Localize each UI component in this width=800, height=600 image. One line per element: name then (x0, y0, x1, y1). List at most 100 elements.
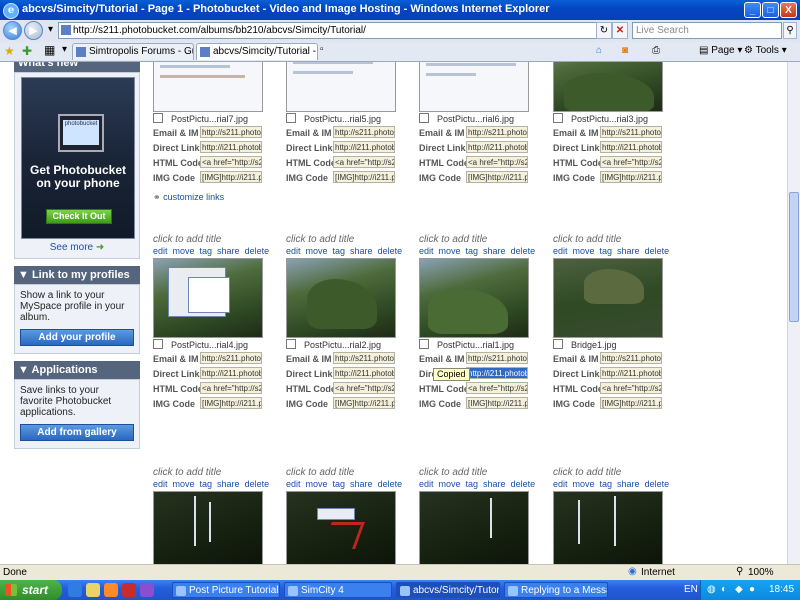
direct-link-field[interactable]: http://i211.photobu (466, 367, 528, 379)
add-from-gallery-button[interactable]: Add from gallery (20, 424, 134, 441)
share-link[interactable]: share (483, 246, 506, 256)
tab-simtropolis[interactable]: Simtropolis Forums - Guidelin... (72, 43, 194, 60)
add-title-link[interactable]: click to add title (286, 467, 398, 479)
edit-link[interactable]: edit (153, 246, 168, 256)
email-link-field[interactable]: http://s211.photobu (333, 352, 395, 364)
photo-thumbnail[interactable] (153, 258, 263, 338)
delete-link[interactable]: delete (511, 246, 536, 256)
email-link-field[interactable]: http://s211.photobu (466, 126, 528, 138)
check-it-out-button[interactable]: Check It Out (46, 209, 112, 224)
url-field[interactable]: http://s211.photobucket.com/albums/bb210… (58, 22, 608, 39)
email-link-field[interactable]: http://s211.photobu (600, 352, 662, 364)
tag-link[interactable]: tag (200, 246, 213, 256)
add-title-link[interactable]: click to add title (419, 234, 531, 246)
html-code-field[interactable]: <a href="http://s211 (466, 156, 528, 168)
tag-link[interactable]: tag (600, 479, 613, 489)
add-title-link[interactable]: click to add title (153, 467, 265, 479)
page-menu[interactable]: ▤ Page ▾ (699, 45, 742, 56)
move-link[interactable]: move (306, 479, 328, 489)
add-title-link[interactable]: click to add title (553, 234, 665, 246)
direct-link-field[interactable]: http://i211.photobu (200, 367, 262, 379)
messenger-quicklaunch-icon[interactable] (140, 583, 154, 597)
move-link[interactable]: move (306, 246, 328, 256)
update-icon[interactable]: ● (749, 580, 755, 600)
vertical-scrollbar[interactable] (787, 62, 800, 564)
email-link-field[interactable]: http://s211.photobu (200, 352, 262, 364)
photo-thumbnail[interactable] (286, 258, 396, 338)
tab-list-icon[interactable]: ▾ (62, 44, 67, 55)
tag-link[interactable]: tag (333, 479, 346, 489)
tag-link[interactable]: tag (200, 479, 213, 489)
folder-quicklaunch-icon[interactable] (86, 583, 100, 597)
html-code-field[interactable]: <a href="http://s211 (333, 156, 395, 168)
direct-link-field[interactable]: http://i211.photobu (600, 141, 662, 153)
see-more-link[interactable]: See more ➜ (21, 242, 133, 253)
edit-link[interactable]: edit (419, 479, 434, 489)
img-code-field[interactable]: [IMG]http://i211.ph (333, 397, 395, 409)
feeds-icon[interactable]: ◙ (622, 45, 628, 56)
photo-thumbnail[interactable] (153, 62, 263, 112)
html-code-field[interactable]: <a href="http://s211 (466, 382, 528, 394)
task-replying[interactable]: Replying to a Messag... (504, 582, 608, 598)
img-code-field[interactable]: [IMG]http://i211.ph (200, 171, 262, 183)
photo-thumbnail[interactable] (553, 491, 663, 564)
task-simcity[interactable]: SimCity 4 (284, 582, 392, 598)
language-indicator[interactable]: EN (684, 584, 698, 595)
phone-promo-banner[interactable]: photobucket Get Photobucket on your phon… (21, 77, 135, 239)
share-link[interactable]: share (617, 246, 640, 256)
ie-quicklaunch-icon[interactable] (68, 583, 82, 597)
move-link[interactable]: move (573, 479, 595, 489)
html-code-field[interactable]: <a href="http://s211 (200, 156, 262, 168)
add-favorites-icon[interactable]: ✚ (22, 44, 32, 58)
share-link[interactable]: share (617, 479, 640, 489)
direct-link-field[interactable]: http://i211.photobu (200, 141, 262, 153)
close-button[interactable]: X (780, 2, 797, 18)
start-button[interactable]: start (0, 580, 62, 600)
move-link[interactable]: move (173, 246, 195, 256)
email-link-field[interactable]: http://s211.photobu (600, 126, 662, 138)
add-title-link[interactable]: click to add title (419, 467, 531, 479)
tools-menu[interactable]: ⚙ Tools ▾ (744, 45, 787, 56)
edit-link[interactable]: edit (153, 479, 168, 489)
share-link[interactable]: share (350, 246, 373, 256)
search-icon[interactable]: ⚲ (783, 22, 797, 39)
delete-link[interactable]: delete (645, 246, 670, 256)
select-checkbox[interactable] (419, 339, 429, 349)
customize-links[interactable]: ⚭ customize links (153, 192, 224, 203)
delete-link[interactable]: delete (245, 479, 270, 489)
move-link[interactable]: move (173, 479, 195, 489)
html-code-field[interactable]: <a href="http://s211 (600, 382, 662, 394)
email-link-field[interactable]: http://s211.photobu (466, 352, 528, 364)
img-code-field[interactable]: [IMG]http://i211.ph (200, 397, 262, 409)
delete-link[interactable]: delete (378, 246, 403, 256)
forward-icon[interactable]: ▶ (24, 21, 43, 40)
home-icon[interactable]: ⌂ (596, 45, 602, 56)
tag-link[interactable]: tag (600, 246, 613, 256)
delete-link[interactable]: delete (645, 479, 670, 489)
select-checkbox[interactable] (153, 339, 163, 349)
task-photobucket[interactable]: abcvs/Simcity/Tutoria... (396, 582, 500, 598)
direct-link-field[interactable]: http://i211.photobu (466, 141, 528, 153)
delete-link[interactable]: delete (245, 246, 270, 256)
photo-thumbnail[interactable] (419, 258, 529, 338)
photo-thumbnail[interactable] (153, 491, 263, 564)
img-code-field[interactable]: [IMG]http://i211.ph (466, 397, 528, 409)
select-checkbox[interactable] (553, 339, 563, 349)
app-quicklaunch-icon[interactable] (104, 583, 118, 597)
edit-link[interactable]: edit (286, 479, 301, 489)
media-quicklaunch-icon[interactable] (122, 583, 136, 597)
direct-link-field[interactable]: http://i211.photobu (333, 367, 395, 379)
select-checkbox[interactable] (286, 113, 296, 123)
zoom-level[interactable]: 100% (748, 567, 774, 578)
live-search-input[interactable]: Live Search (632, 22, 782, 39)
new-tab-icon[interactable]: ▫ (320, 44, 324, 55)
add-title-link[interactable]: click to add title (553, 467, 665, 479)
print-icon[interactable]: ⎙ (652, 45, 660, 56)
share-link[interactable]: share (350, 479, 373, 489)
photo-thumbnail[interactable] (553, 62, 663, 112)
add-title-link[interactable]: click to add title (286, 234, 398, 246)
tag-link[interactable]: tag (466, 246, 479, 256)
direct-link-field[interactable]: http://i211.photobu (600, 367, 662, 379)
photo-thumbnail[interactable] (419, 491, 529, 564)
recent-pages-dropdown-icon[interactable]: ▾ (45, 22, 56, 39)
